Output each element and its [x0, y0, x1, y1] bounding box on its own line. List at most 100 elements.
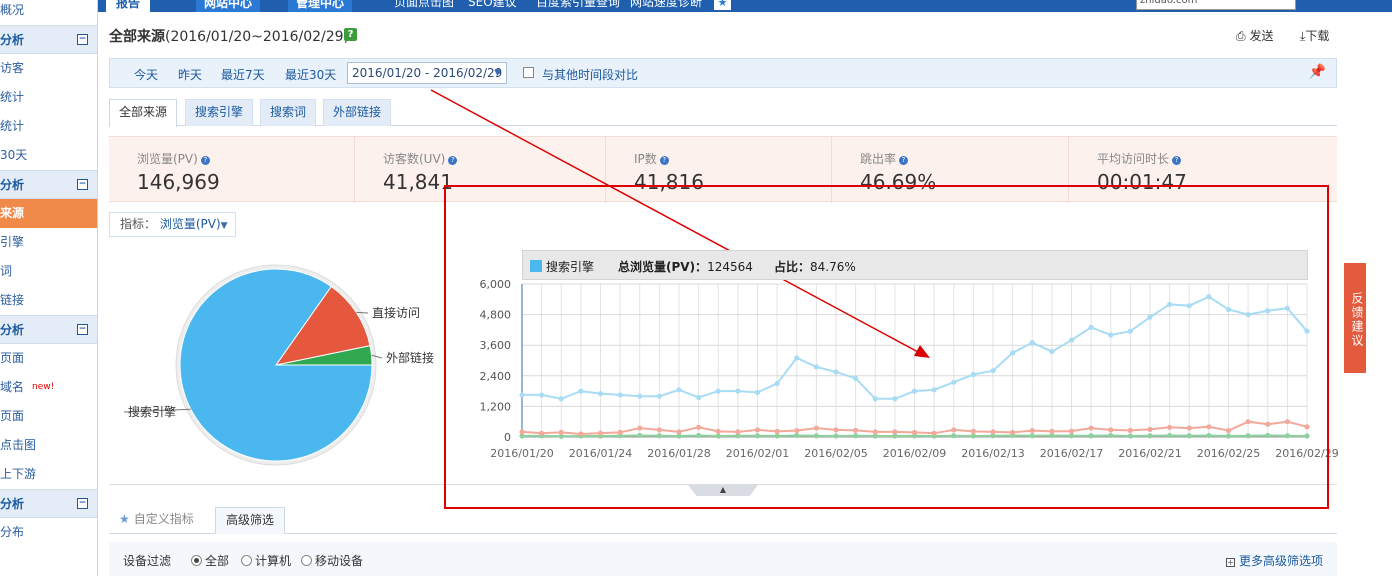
- tooltip-total-value: 124564: [707, 260, 753, 274]
- data-point: [813, 364, 819, 370]
- x-tick-label: 2016/02/09: [883, 447, 946, 460]
- data-point: [754, 389, 761, 395]
- data-point: [637, 432, 643, 439]
- data-point: [1049, 348, 1055, 355]
- radio-mobile[interactable]: 移动设备: [301, 552, 363, 569]
- data-point: [794, 355, 800, 361]
- more-filters-link[interactable]: + 更多高级筛选项: [1225, 552, 1323, 569]
- section-divider: [109, 484, 1337, 485]
- data-point: [539, 430, 545, 436]
- data-point: [617, 429, 623, 436]
- data-point: [637, 393, 643, 399]
- data-point: [872, 429, 878, 435]
- y-tick-label: 0: [504, 431, 511, 444]
- data-point: [1029, 428, 1035, 434]
- x-tick-label: 2016/02/13: [961, 447, 1024, 460]
- data-point: [911, 429, 918, 436]
- data-point: [1206, 432, 1212, 439]
- data-point: [597, 391, 604, 397]
- tooltip-share-label: 占比：: [774, 260, 811, 274]
- device-filter-label: 设备过滤: [123, 554, 172, 568]
- data-point: [1225, 306, 1232, 313]
- data-point: [990, 429, 996, 435]
- data-point: [1167, 301, 1173, 307]
- chart-tooltip: 搜索引擎 总浏览量(PV)：124564 占比：84.76%: [522, 250, 1308, 280]
- pie-label: 直接访问: [372, 305, 420, 320]
- data-point: [1088, 433, 1094, 439]
- data-point: [696, 424, 702, 430]
- radio-icon: [191, 555, 202, 566]
- data-point: [735, 388, 741, 394]
- data-point: [715, 428, 721, 434]
- data-point: [970, 433, 976, 439]
- feedback-label: 反馈建议: [1350, 292, 1364, 348]
- data-point: [1284, 419, 1290, 425]
- data-point: [519, 392, 525, 398]
- radio-mobile-label: 移动设备: [315, 554, 364, 568]
- data-point: [1284, 305, 1290, 311]
- data-point: [715, 388, 721, 394]
- y-tick-label: 6,000: [480, 278, 512, 291]
- data-point: [1225, 428, 1232, 434]
- more-filters-label: 更多高级筛选项: [1238, 554, 1323, 568]
- data-point: [1304, 433, 1310, 439]
- data-point: [892, 396, 898, 402]
- tooltip-series: 搜索引擎: [546, 260, 595, 274]
- x-tick-label: 2016/02/29: [1275, 447, 1338, 460]
- radio-computer[interactable]: 计算机: [241, 552, 291, 569]
- data-point: [892, 429, 898, 435]
- radio-icon: [241, 555, 252, 566]
- x-tick-label: 2016/02/05: [804, 447, 867, 460]
- data-point: [715, 433, 721, 439]
- data-point: [794, 432, 800, 439]
- plus-icon: +: [1225, 558, 1235, 567]
- data-point: [676, 387, 682, 393]
- x-tick-label: 2016/02/01: [726, 447, 789, 460]
- tab-custom-metrics[interactable]: ★ 自定义指标: [109, 507, 204, 534]
- data-point: [1029, 340, 1035, 346]
- data-point: [1186, 303, 1192, 309]
- data-point: [656, 427, 662, 433]
- data-point: [539, 392, 545, 398]
- data-point: [813, 425, 819, 431]
- data-point: [1108, 432, 1114, 439]
- data-point: [1265, 421, 1271, 427]
- data-point: [872, 396, 878, 402]
- data-point: [754, 427, 761, 433]
- radio-all[interactable]: 全部: [191, 552, 229, 569]
- data-point: [951, 427, 957, 433]
- x-tick-label: 2016/02/25: [1197, 447, 1260, 460]
- data-point: [735, 429, 741, 435]
- data-point: [617, 392, 623, 398]
- data-point: [1068, 433, 1075, 439]
- collapse-handle[interactable]: ▲: [688, 485, 758, 496]
- data-point: [1206, 294, 1212, 300]
- y-tick-label: 3,600: [480, 339, 512, 352]
- pie-leader-line: [356, 311, 369, 314]
- data-point: [833, 433, 839, 439]
- data-point: [951, 379, 957, 385]
- data-point: [813, 433, 819, 439]
- data-point: [1225, 433, 1232, 439]
- feedback-button[interactable]: 反馈建议: [1344, 263, 1366, 373]
- data-point: [1127, 328, 1133, 334]
- data-point: [1147, 426, 1153, 432]
- data-point: [1304, 424, 1310, 430]
- data-point: [833, 427, 839, 433]
- data-point: [1127, 433, 1133, 439]
- data-point: [1265, 308, 1271, 314]
- data-point: [1245, 433, 1251, 439]
- data-point: [911, 388, 918, 394]
- x-tick-label: 2016/01/24: [569, 447, 632, 460]
- data-point: [1304, 328, 1310, 334]
- data-point: [656, 393, 662, 399]
- data-point: [774, 433, 780, 439]
- x-tick-label: 2016/01/20: [490, 447, 553, 460]
- data-point: [1206, 424, 1212, 430]
- data-point: [754, 433, 761, 439]
- data-point: [853, 427, 859, 433]
- data-point: [578, 431, 584, 437]
- tooltip-share-value: 84.76%: [810, 260, 856, 274]
- pie-label: 搜索引擎: [128, 404, 176, 419]
- tab-advanced-filter[interactable]: 高级筛选: [215, 507, 286, 534]
